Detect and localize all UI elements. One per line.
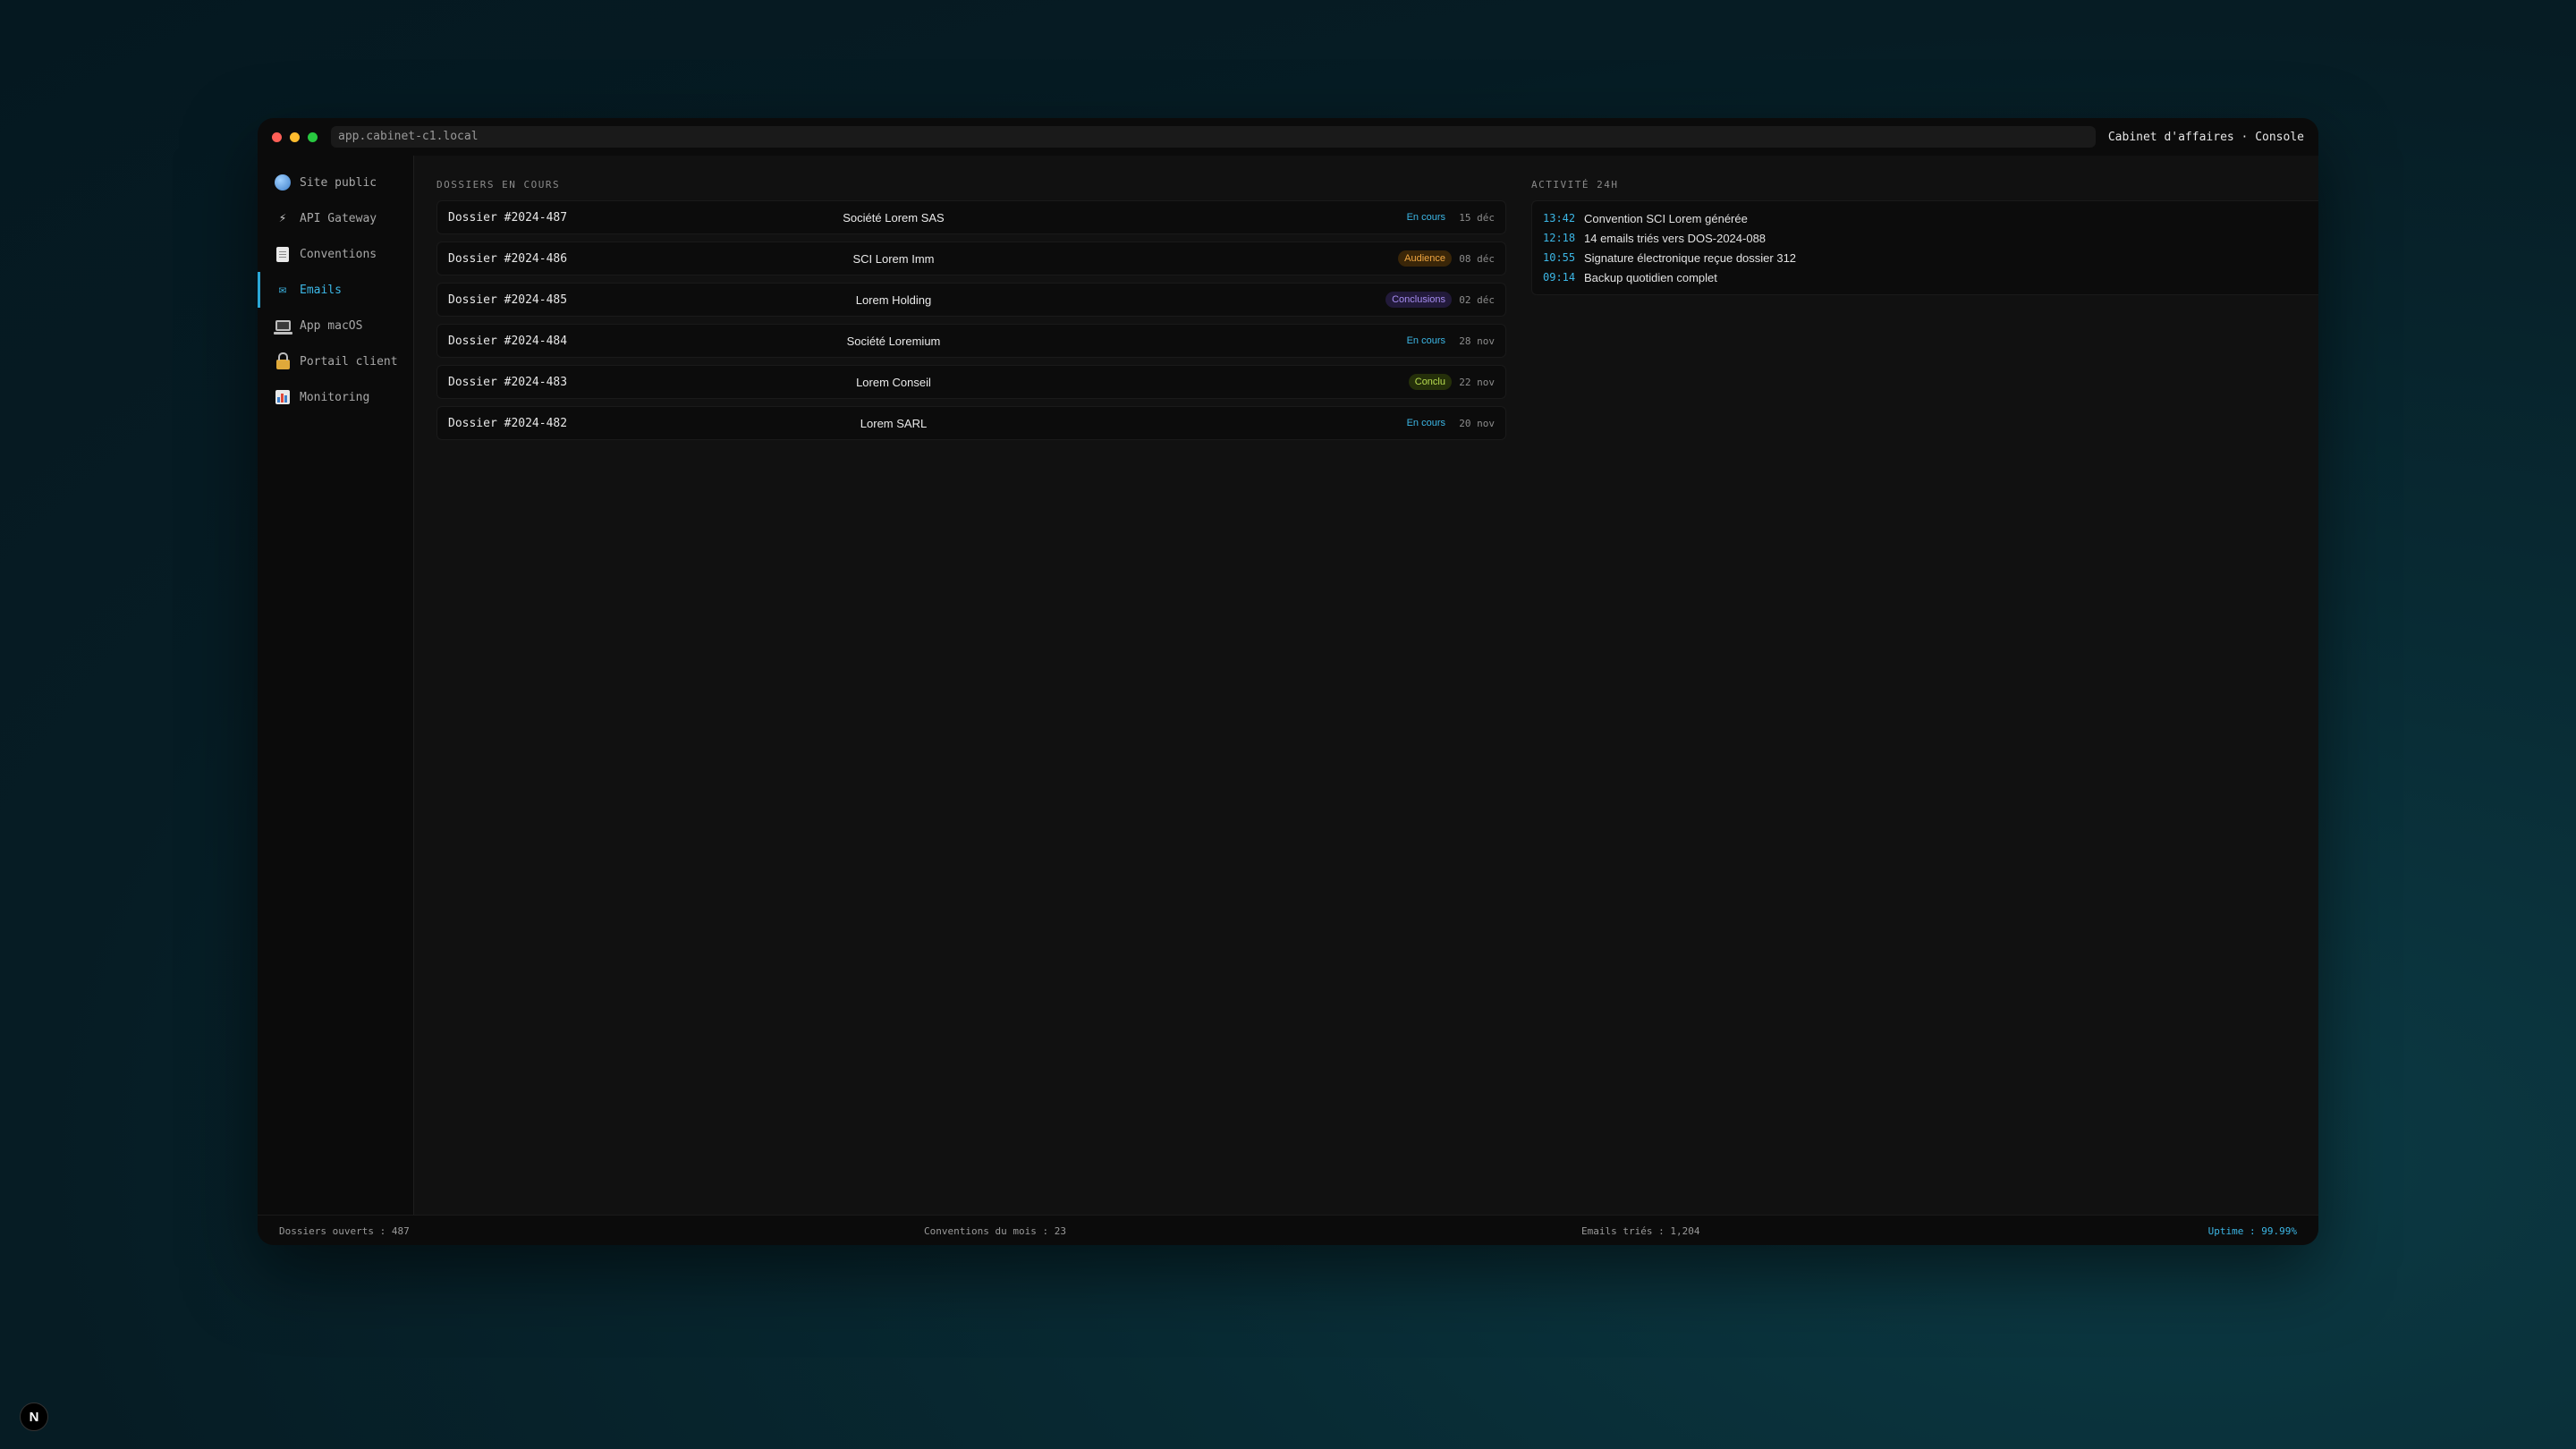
activity-text: 14 emails triés vers DOS-2024-088: [1584, 231, 1767, 245]
dossier-client: Lorem Holding: [855, 292, 932, 307]
sidebar-item-label: Monitoring: [300, 390, 370, 404]
status-conventions-count: Conventions du mois : 23: [924, 1225, 1066, 1237]
dossier-row[interactable]: Dossier #2024-487 Société Lorem SAS En c…: [436, 200, 1506, 234]
main-content: DOSSIERS EN COURS Dossier #2024-487 Soci…: [415, 156, 2318, 1215]
sidebar-item-label: Portail client: [300, 354, 398, 369]
address-bar[interactable]: app.cabinet-c1.local: [331, 126, 2096, 148]
dossier-row[interactable]: Dossier #2024-486 SCI Lorem Imm Audience…: [436, 242, 1506, 275]
status-badge: Audience: [1398, 250, 1452, 267]
minimize-window-button[interactable]: [290, 131, 300, 142]
bar-chart-icon: [275, 389, 291, 405]
activity-entry: 13:42 Convention SCI Lorem générée: [1543, 208, 2318, 228]
sidebar-item-site-public[interactable]: Site public: [258, 165, 413, 200]
sidebar-item-label: API Gateway: [300, 211, 377, 225]
status-badge: Conclu: [1408, 374, 1452, 390]
status-badge: En cours: [1406, 418, 1445, 428]
dossier-id: Dossier #2024-487: [448, 210, 568, 225]
dossier-client: Société Lorem SAS: [843, 210, 945, 225]
dossier-date: 22 nov: [1459, 376, 1495, 388]
dev-tools-badge[interactable]: N: [20, 1402, 48, 1431]
dossier-client: Société Loremium: [846, 334, 941, 348]
dossiers-section-title: DOSSIERS EN COURS: [436, 179, 561, 191]
sidebar-item-label: App macOS: [300, 318, 363, 333]
dossier-row[interactable]: Dossier #2024-485 Lorem Holding Conclusi…: [436, 283, 1506, 317]
activity-section-title: ACTIVITÉ 24H: [1531, 179, 1619, 191]
activity-entry: 10:55 Signature électronique reçue dossi…: [1543, 248, 2318, 267]
dossier-row[interactable]: Dossier #2024-484 Société Loremium En co…: [436, 324, 1506, 358]
dossier-date: 02 déc: [1459, 293, 1495, 306]
dossier-client: Lorem SARL: [860, 416, 928, 430]
globe-icon: [275, 174, 291, 191]
dossier-row[interactable]: Dossier #2024-482 Lorem SARL En cours 20…: [436, 406, 1506, 440]
activity-panel: 13:42 Convention SCI Lorem générée 12:18…: [1531, 200, 2318, 295]
status-dossiers-count: Dossiers ouverts : 487: [279, 1225, 410, 1237]
status-badge: En cours: [1406, 212, 1445, 223]
status-bar: Dossiers ouverts : 487 Conventions du mo…: [258, 1215, 2318, 1245]
activity-entry: 12:18 14 emails triés vers DOS-2024-088: [1543, 228, 2318, 248]
close-window-button[interactable]: [272, 131, 282, 142]
status-emails-count: Emails triés : 1,204: [1581, 1225, 1700, 1237]
dossier-id: Dossier #2024-484: [448, 334, 568, 348]
lock-icon: [275, 352, 291, 369]
sidebar-item-conventions[interactable]: Conventions: [258, 236, 413, 272]
activity-text: Signature électronique reçue dossier 312: [1584, 250, 1797, 265]
maximize-window-button[interactable]: [308, 131, 318, 142]
dossier-id: Dossier #2024-485: [448, 292, 568, 307]
sidebar-item-monitoring[interactable]: Monitoring: [258, 379, 413, 415]
dossier-id: Dossier #2024-483: [448, 375, 568, 389]
bolt-icon: ⚡︎: [278, 211, 287, 225]
mail-icon: ✉︎: [278, 283, 287, 297]
status-uptime: Uptime : 99.99%: [2207, 1225, 2297, 1237]
app-window: app.cabinet-c1.local Cabinet d'affaires …: [258, 118, 2318, 1245]
dossier-date: 15 déc: [1459, 211, 1495, 224]
dossier-date: 20 nov: [1459, 417, 1495, 429]
sidebar-item-app-macos[interactable]: App macOS: [258, 308, 413, 343]
sidebar-item-label: Emails: [300, 283, 342, 297]
sidebar-item-emails[interactable]: ✉︎ Emails: [258, 272, 413, 308]
laptop-icon: [273, 318, 292, 335]
sidebar-item-label: Site public: [300, 175, 377, 190]
dossier-date: 08 déc: [1459, 252, 1495, 265]
document-icon: [275, 246, 291, 262]
dossier-client: Lorem Conseil: [856, 375, 931, 389]
activity-time: 13:42: [1543, 212, 1576, 225]
sidebar-item-portail-client[interactable]: Portail client: [258, 343, 413, 379]
status-badge: Conclusions: [1385, 292, 1452, 308]
sidebar: Site public ⚡︎ API Gateway Conventions ✉…: [258, 156, 414, 1215]
dossier-client: SCI Lorem Imm: [852, 251, 935, 266]
dossier-row[interactable]: Dossier #2024-483 Lorem Conseil Conclu 2…: [436, 365, 1506, 399]
activity-text: Backup quotidien complet: [1584, 270, 1717, 284]
dossiers-list: Dossier #2024-487 Société Lorem SAS En c…: [436, 200, 1506, 447]
window-title: Cabinet d'affaires · Console: [2107, 130, 2304, 144]
activity-entry: 09:14 Backup quotidien complet: [1543, 267, 2318, 287]
dossier-id: Dossier #2024-486: [448, 251, 568, 266]
status-badge: En cours: [1406, 335, 1445, 346]
dossier-id: Dossier #2024-482: [448, 416, 568, 430]
sidebar-item-api-gateway[interactable]: ⚡︎ API Gateway: [258, 200, 413, 236]
activity-time: 09:14: [1543, 271, 1576, 284]
activity-text: Convention SCI Lorem générée: [1584, 211, 1748, 225]
sidebar-item-label: Conventions: [300, 247, 377, 261]
activity-time: 12:18: [1543, 232, 1576, 244]
title-bar: app.cabinet-c1.local Cabinet d'affaires …: [258, 118, 2318, 156]
dossier-date: 28 nov: [1459, 335, 1495, 347]
activity-time: 10:55: [1543, 251, 1576, 264]
